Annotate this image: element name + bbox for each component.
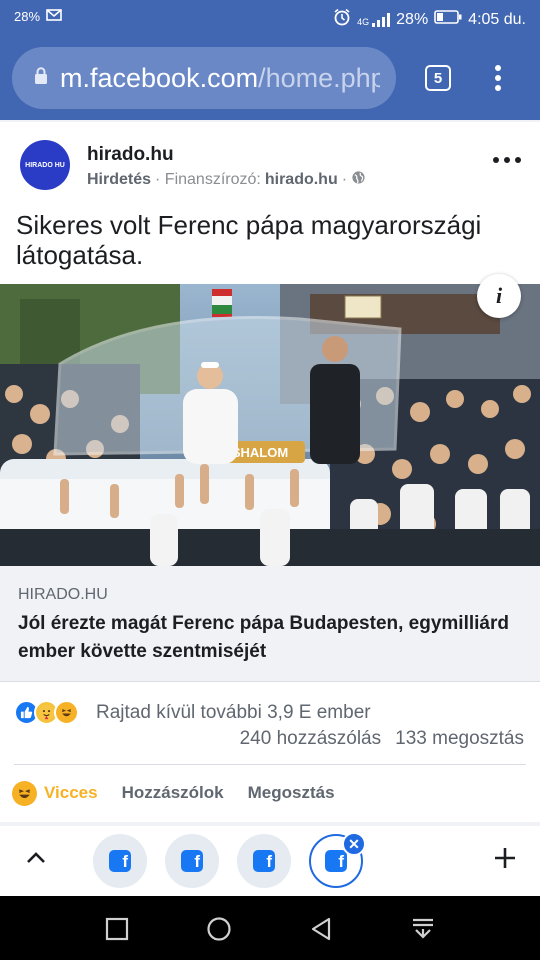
engagement-counts: 240 hozzászólás 133 megosztás <box>240 728 524 750</box>
tab-switcher-button[interactable]: 5 <box>425 65 451 91</box>
battery-icon <box>434 10 462 29</box>
comment-button[interactable]: Hozzászólok <box>122 783 224 803</box>
battery-percent: 28% <box>396 10 429 28</box>
divider <box>14 764 526 765</box>
gmail-icon <box>46 9 62 24</box>
sponsored-line: Hirdetés · Finanszírozó: hirado.hu · <box>87 170 366 190</box>
tab-bubble-facebook[interactable]: f <box>165 834 219 888</box>
page-avatar[interactable]: HIRADO HU <box>20 140 70 190</box>
comments-count[interactable]: 240 hozzászólás <box>240 728 382 750</box>
alarm-icon <box>333 8 351 31</box>
post-text: Sikeres volt Ferenc pápa magyarországi l… <box>16 210 482 270</box>
url-host: m.facebook.com <box>60 62 259 93</box>
address-bar[interactable]: m.facebook.com/home.php <box>12 47 396 109</box>
globe-icon <box>351 170 366 190</box>
facebook-icon: f <box>253 850 275 872</box>
battery-small-text: 28% <box>14 9 41 24</box>
notification-shade-icon[interactable] <box>410 916 436 942</box>
clock: 4:05 du. <box>468 10 526 28</box>
tab-bubble-facebook[interactable]: f <box>237 834 291 888</box>
sponsor-prefix: · Finanszírozó: <box>155 171 261 188</box>
home-icon[interactable] <box>206 916 232 942</box>
reactions-summary[interactable]: Rajtad kívül további 3,9 E ember <box>96 702 371 724</box>
ad-info-icon[interactable]: i <box>477 274 521 318</box>
sponsor-suffix: · <box>341 171 348 188</box>
post-actions: Vicces Hozzászólok Megosztás <box>12 778 335 808</box>
chevron-up-icon[interactable] <box>24 846 48 870</box>
link-title: Jól érezte magát Ferenc pápa Budapesten,… <box>18 613 509 662</box>
facebook-icon: f <box>325 850 347 872</box>
browser-header: 28% 4G 28% 4:05 du. m.facebook.com/home.… <box>0 0 540 120</box>
page-name-link[interactable]: hirado.hu <box>87 144 174 166</box>
link-preview[interactable]: HIRADO.HU Jól érezte magát Ferenc pápa B… <box>0 566 540 682</box>
browser-menu-icon[interactable] <box>488 62 508 94</box>
shalom-sign-text: SHALOM <box>232 445 288 460</box>
network-type: 4G <box>357 16 370 27</box>
facebook-icon: f <box>109 850 131 872</box>
haha-icon <box>12 780 37 806</box>
facebook-icon: f <box>181 850 203 872</box>
reaction-icons[interactable] <box>14 700 79 725</box>
sponsor-name[interactable]: hirado.hu <box>265 171 338 189</box>
popemobile-crowd-image: SHALOM <box>0 284 540 566</box>
close-tab-icon[interactable]: ✕ <box>342 832 366 856</box>
recent-apps-icon[interactable] <box>104 916 130 942</box>
share-button[interactable]: Megosztás <box>248 783 335 803</box>
url-path: /home.php <box>258 62 380 93</box>
funny-label: Vicces <box>44 783 98 802</box>
post-options-icon[interactable] <box>493 150 521 170</box>
react-funny-button[interactable]: Vicces <box>12 780 98 806</box>
new-tab-plus-icon[interactable] <box>491 844 519 872</box>
signal-icon: 4G <box>357 12 391 27</box>
system-navigation-bar <box>0 896 540 960</box>
haha-reaction-icon <box>54 700 79 725</box>
tab-bubble-facebook[interactable]: f <box>93 834 147 888</box>
lock-icon <box>34 66 48 90</box>
status-bar: 28% 4G 28% 4:05 du. <box>0 0 540 36</box>
sponsored-label[interactable]: Hirdetés <box>87 171 151 189</box>
sponsored-post: HIRADO HU hirado.hu Hirdetés · Finanszír… <box>0 122 540 822</box>
shares-count[interactable]: 133 megosztás <box>395 728 524 750</box>
post-image[interactable]: SHALOM <box>0 284 540 566</box>
avatar-text: HIRADO HU <box>25 161 65 169</box>
url-text: m.facebook.com/home.php <box>60 63 380 94</box>
back-icon[interactable] <box>308 916 334 942</box>
link-domain: HIRADO.HU <box>18 586 108 603</box>
bubble-tab-bar: f f f f ✕ <box>0 826 540 896</box>
